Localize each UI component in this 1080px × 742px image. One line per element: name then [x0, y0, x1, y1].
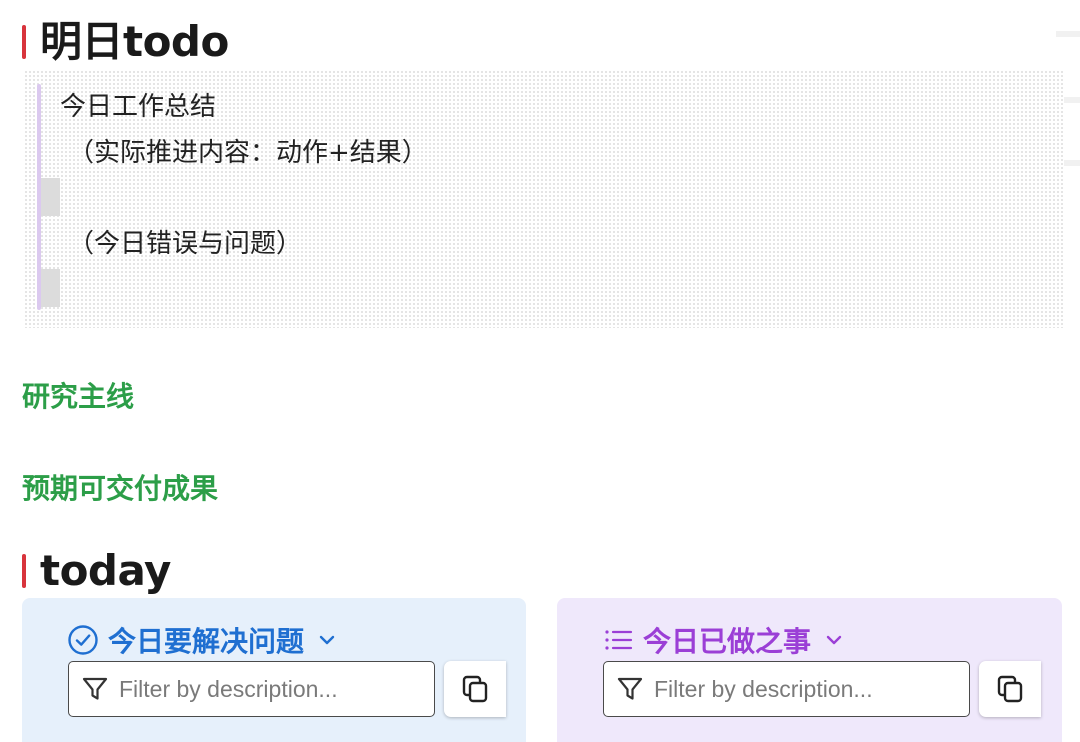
- filter-field-problems[interactable]: [68, 661, 435, 717]
- heading-today-text: today: [40, 546, 171, 595]
- filter-icon: [81, 675, 109, 703]
- empty-block-marker[interactable]: [41, 178, 60, 216]
- section-expected-deliverables[interactable]: 预期可交付成果: [22, 471, 218, 507]
- heading-tomorrow-todo[interactable]: 明日todo: [22, 14, 229, 70]
- panel-done-today: 今日已做之事: [557, 598, 1062, 742]
- empty-block-marker[interactable]: [41, 269, 60, 307]
- chevron-down-icon[interactable]: [823, 629, 845, 651]
- panel-done-title-text: 今日已做之事: [643, 625, 812, 658]
- summary-callout[interactable]: 今日工作总结 （实际推进内容：动作+结果） （今日错误与问题）: [24, 70, 1064, 328]
- copy-icon: [997, 675, 1023, 703]
- heading-today[interactable]: today: [22, 543, 171, 599]
- panel-problems-to-solve: 今日要解决问题: [22, 598, 526, 742]
- filter-icon: [616, 675, 644, 703]
- copy-icon: [462, 675, 488, 703]
- panel-done-title[interactable]: 今日已做之事: [601, 620, 845, 660]
- panel-problems-title[interactable]: 今日要解决问题: [66, 620, 338, 660]
- callout-line-progress[interactable]: （实际推进内容：动作+结果）: [68, 136, 428, 170]
- copy-button-problems[interactable]: [444, 661, 506, 717]
- scroll-mark: [1056, 31, 1080, 37]
- callout-line-errors[interactable]: （今日错误与问题）: [68, 227, 302, 261]
- chevron-down-icon[interactable]: [316, 629, 338, 651]
- page: 明日todo 今日工作总结 （实际推进内容：动作+结果） （今日错误与问题） 研…: [0, 0, 1080, 742]
- filter-field-done[interactable]: [603, 661, 970, 717]
- heading-accent-bar: [22, 25, 26, 59]
- section-research-mainline[interactable]: 研究主线: [22, 379, 134, 415]
- heading-accent-bar: [22, 554, 26, 588]
- filter-input-problems[interactable]: [119, 669, 419, 709]
- list-icon: [601, 623, 635, 657]
- heading-tomorrow-text: 明日todo: [40, 17, 229, 66]
- callout-line-summary[interactable]: 今日工作总结: [60, 90, 216, 124]
- filter-input-done[interactable]: [654, 669, 954, 709]
- copy-button-done[interactable]: [979, 661, 1041, 717]
- check-circle-icon: [66, 623, 100, 657]
- panel-problems-title-text: 今日要解决问题: [108, 625, 305, 658]
